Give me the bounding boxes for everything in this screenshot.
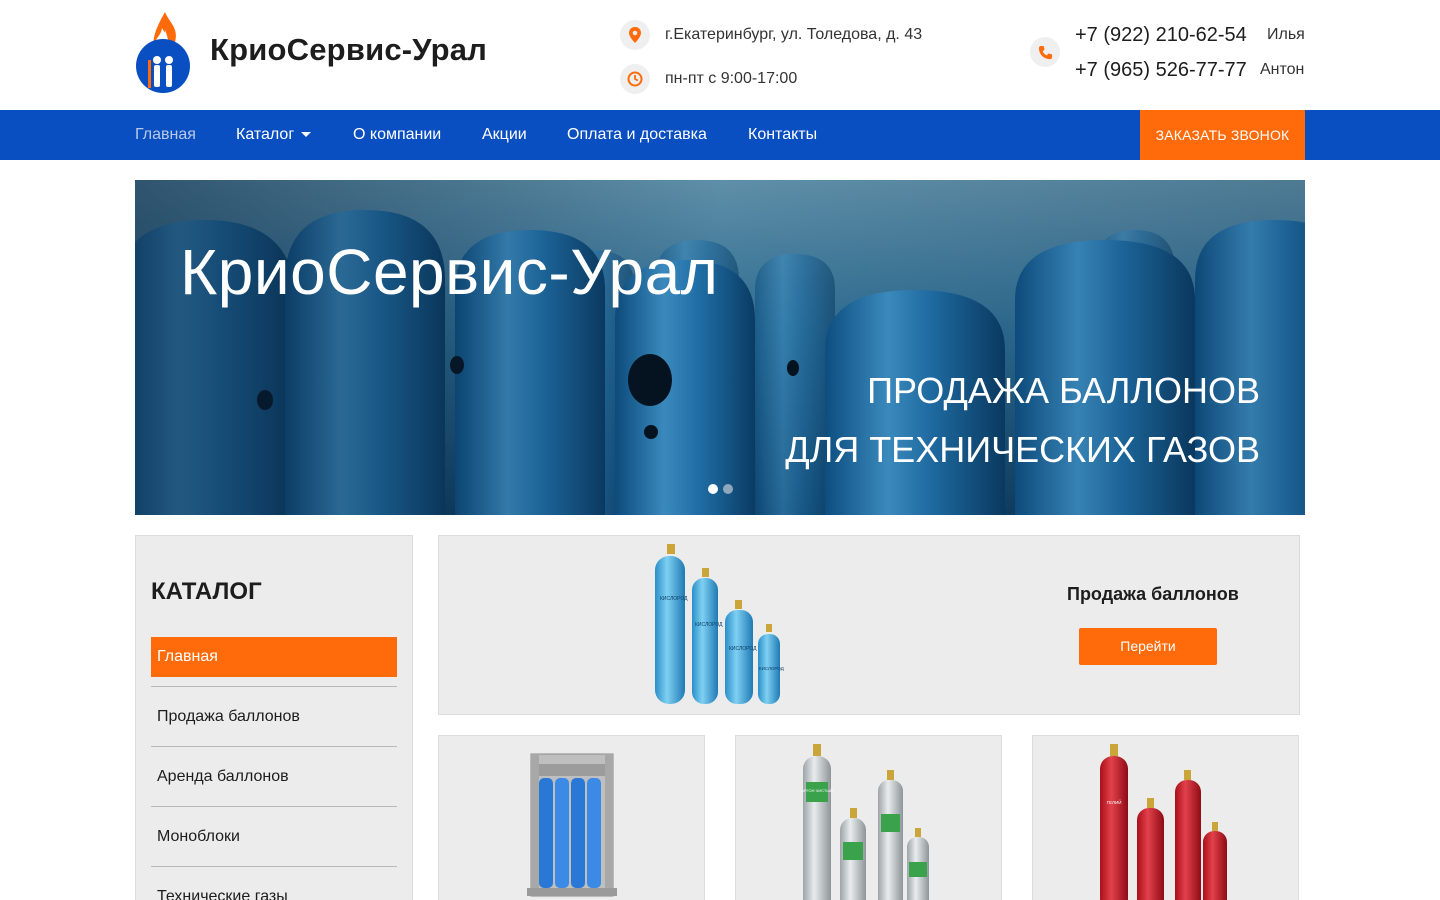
contact-name-2: Антон: [1260, 61, 1305, 78]
featured-card-title: Продажа баллонов: [1067, 584, 1239, 604]
address-text: г.Екатеринбург, ул. Толедова, д. 43: [665, 26, 923, 43]
cylinder-label: КИСЛОРОД: [695, 622, 723, 628]
brand-name[interactable]: КриоСервис-Урал: [210, 32, 487, 68]
argon-cylinders-image: АРГОН ЧИСТЫЙ: [801, 744, 929, 900]
featured-product-card[interactable]: КИСЛОРОД КИСЛОРОД КИСЛОРОД КИСЛОРОД Прод…: [438, 535, 1300, 715]
nav-item-payment-delivery[interactable]: Оплата и доставка: [567, 110, 707, 160]
product-card-argon[interactable]: АРГОН ЧИСТЫЙ: [735, 735, 1002, 900]
hero-title: КриоСервис-Урал: [180, 236, 719, 308]
hero-subtitle-line-1: ПРОДАЖА БАЛЛОНОВ: [867, 370, 1260, 411]
location-pin-icon: [620, 20, 650, 50]
oxygen-cylinders-image: КИСЛОРОД КИСЛОРОД КИСЛОРОД КИСЛОРОД: [655, 544, 784, 704]
working-hours-text: пн-пт с 9:00-17:00: [665, 70, 798, 87]
product-card-helium[interactable]: ГЕЛИЙ: [1032, 735, 1299, 900]
nav-item-home[interactable]: Главная: [135, 110, 196, 160]
sidebar-item-technical-gases[interactable]: Технические газы: [151, 877, 397, 900]
cylinder-label: АРГОН ЧИСТЫЙ: [801, 788, 833, 793]
cylinder-label: КИСЛОРОД: [759, 666, 784, 671]
helium-cylinders-image: ГЕЛИЙ: [1100, 744, 1227, 900]
slider-dot-1[interactable]: [708, 484, 718, 494]
cylinder-label: ГЕЛИЙ: [1107, 798, 1122, 805]
logo-icon[interactable]: [135, 10, 191, 94]
divider: [151, 806, 397, 807]
clock-icon: [620, 64, 650, 94]
phone-icon: [1030, 37, 1060, 67]
chevron-down-icon: [301, 132, 312, 138]
phone-number-1[interactable]: +7 (922) 210-62-54: [1075, 24, 1247, 47]
cylinder-label: КИСЛОРОД: [729, 646, 757, 652]
contact-name-1: Илья: [1267, 26, 1305, 43]
slider-dot-2[interactable]: [723, 484, 733, 494]
divider: [151, 746, 397, 747]
order-call-button[interactable]: ЗАКАЗАТЬ ЗВОНОК: [1140, 110, 1305, 160]
divider: [151, 866, 397, 867]
nav-item-promotions[interactable]: Акции: [482, 110, 527, 160]
nav-item-catalog[interactable]: Каталог: [236, 110, 312, 160]
nav-item-catalog-label: Каталог: [236, 126, 295, 143]
sidebar-item-monoblocks[interactable]: Моноблоки: [151, 817, 397, 857]
monoblock-image: [527, 753, 617, 897]
sidebar-item-home[interactable]: Главная: [151, 637, 397, 677]
go-button[interactable]: Перейти: [1079, 628, 1217, 665]
phone-number-2[interactable]: +7 (965) 526-77-77: [1075, 59, 1247, 82]
product-card-monoblock[interactable]: [438, 735, 705, 900]
nav-item-contacts[interactable]: Контакты: [748, 110, 817, 160]
nav-item-about[interactable]: О компании: [353, 110, 441, 160]
sidebar-item-cylinder-sale[interactable]: Продажа баллонов: [151, 697, 397, 737]
hero-slider[interactable]: КриоСервис-Урал ПРОДАЖА БАЛЛОНОВ ДЛЯ ТЕХ…: [135, 180, 1305, 515]
divider: [151, 686, 397, 687]
cylinder-label: КИСЛОРОД: [660, 596, 688, 602]
sidebar-item-cylinder-rent[interactable]: Аренда баллонов: [151, 757, 397, 797]
catalog-sidebar: КАТАЛОГ Главная Продажа баллонов Аренда …: [135, 535, 413, 900]
catalog-title: КАТАЛОГ: [151, 578, 262, 605]
hero-subtitle-line-2: ДЛЯ ТЕХНИЧЕСКИХ ГАЗОВ: [785, 429, 1260, 470]
site-header: КриоСервис-Урал г.Екатеринбург, ул. Толе…: [0, 0, 1440, 110]
